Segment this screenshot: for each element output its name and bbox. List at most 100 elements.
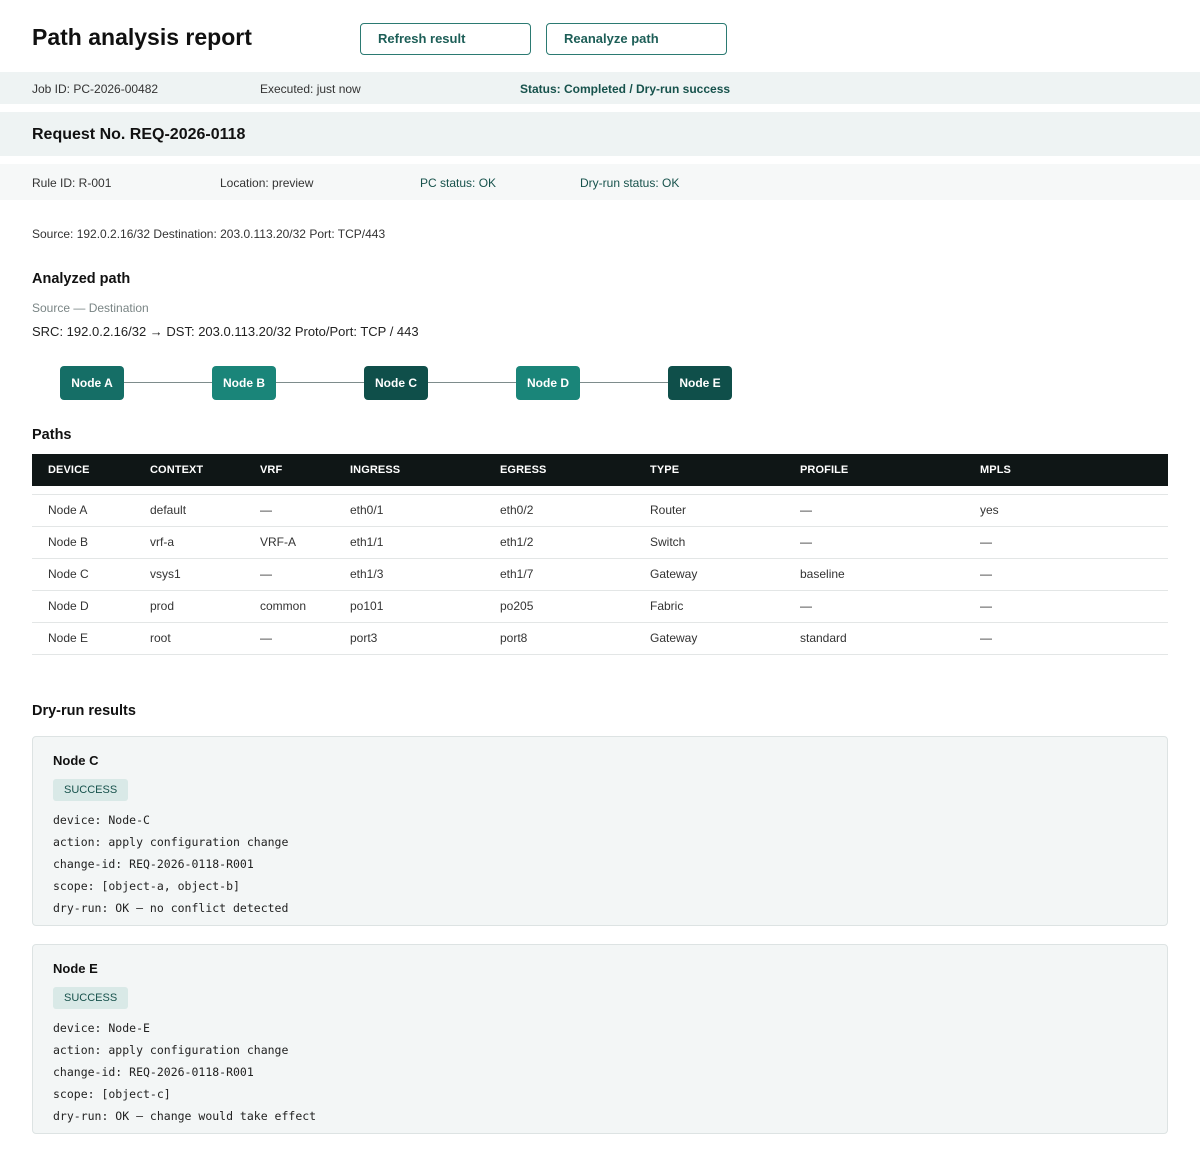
page-title: Path analysis report: [32, 24, 252, 50]
dryrun-card-node-e: Node E SUCCESS device: Node-E action: ap…: [32, 944, 1168, 1134]
dryrun-card-title: Node C: [53, 753, 99, 768]
output-line: dry-run: OK — no conflict detected: [53, 901, 289, 915]
cell-mpls: yes: [964, 494, 1168, 527]
cell-device: Node B: [32, 526, 134, 559]
cell-profile: —: [784, 526, 964, 559]
output-line: scope: [object-c]: [53, 1087, 171, 1101]
flow-summary: Source: 192.0.2.16/32 Destination: 203.0…: [32, 227, 386, 241]
job-status: Status: Completed / Dry-run success: [520, 82, 731, 96]
cell-ingress: port3: [334, 622, 484, 655]
output-line: change-id: REQ-2026-0118-R001: [53, 1065, 254, 1079]
cell-vrf: common: [244, 590, 334, 623]
cell-device: Node D: [32, 590, 134, 623]
cell-profile: baseline: [784, 558, 964, 591]
path-node-b[interactable]: Node B: [212, 366, 276, 400]
dryrun-output: device: Node-C action: apply configurati…: [53, 809, 288, 919]
table-row[interactable]: Node D prod common po101 po205 Fabric — …: [32, 590, 1168, 623]
cell-egress: eth1/7: [484, 558, 634, 591]
dryrun-output: device: Node-E action: apply configurati…: [53, 1017, 316, 1127]
cell-egress: port8: [484, 622, 634, 655]
path-node-a[interactable]: Node A: [60, 366, 124, 400]
reanalyze-path-button[interactable]: Reanalyze path: [546, 23, 727, 55]
path-connector: [124, 382, 212, 383]
output-line: scope: [object-a, object-b]: [53, 879, 240, 893]
dryrun-card-node-c: Node C SUCCESS device: Node-C action: ap…: [32, 736, 1168, 926]
job-info-bar: Job ID: PC-2026-00482 Executed: just now…: [0, 72, 1200, 104]
cell-vrf: —: [244, 558, 334, 591]
rule-id: Rule ID: R-001: [32, 176, 112, 190]
cell-context: default: [134, 494, 244, 527]
job-id: Job ID: PC-2026-00482: [32, 82, 159, 96]
table-row[interactable]: Node E root — port3 port8 Gateway standa…: [32, 622, 1168, 655]
cell-vrf: —: [244, 622, 334, 655]
cell-mpls: —: [964, 526, 1168, 559]
table-header-row: DEVICE CONTEXT VRF INGRESS EGRESS TYPE P…: [32, 454, 1168, 486]
cell-egress: eth1/2: [484, 526, 634, 559]
cell-ingress: eth1/1: [334, 526, 484, 559]
dryrun-card-title: Node E: [53, 961, 98, 976]
table-row[interactable]: Node B vrf-a VRF-A eth1/1 eth1/2 Switch …: [32, 526, 1168, 559]
output-line: device: Node-E: [53, 1021, 150, 1035]
status-badge: SUCCESS: [53, 987, 129, 1009]
column-header-type: TYPE: [634, 454, 784, 486]
cell-context: vsys1: [134, 558, 244, 591]
cell-vrf: VRF-A: [244, 526, 334, 559]
cell-profile: —: [784, 494, 964, 527]
table-spacer-cell: [32, 486, 1168, 495]
job-executed: Executed: just now: [260, 82, 361, 96]
cell-context: prod: [134, 590, 244, 623]
cell-ingress: eth1/3: [334, 558, 484, 591]
request-title: Request No. REQ-2026-0118: [32, 126, 246, 143]
column-header-context: CONTEXT: [134, 454, 244, 486]
cell-egress: po205: [484, 590, 634, 623]
cell-ingress: po101: [334, 590, 484, 623]
report-header: Path analysis report Refresh result Rean…: [0, 0, 1200, 72]
path-diagram: Node A Node B Node C Node D Node E: [0, 366, 1200, 400]
column-header-mpls: MPLS: [964, 454, 1168, 486]
cell-mpls: —: [964, 590, 1168, 623]
path-node-d[interactable]: Node D: [516, 366, 580, 400]
rule-location: Location: preview: [220, 176, 314, 190]
path-connector: [428, 382, 516, 383]
cell-device: Node C: [32, 558, 134, 591]
path-node-e[interactable]: Node E: [668, 366, 732, 400]
request-header: Request No. REQ-2026-0118: [0, 112, 1200, 156]
path-connector: [580, 382, 668, 383]
cell-device: Node A: [32, 494, 134, 527]
column-header-egress: EGRESS: [484, 454, 634, 486]
column-header-ingress: INGRESS: [334, 454, 484, 486]
table-spacer-row: [32, 486, 1168, 495]
cell-type: Fabric: [634, 590, 784, 623]
analyzed-path-title: Analyzed path: [32, 271, 131, 287]
paths-table: DEVICE CONTEXT VRF INGRESS EGRESS TYPE P…: [32, 454, 1168, 655]
output-line: action: apply configuration change: [53, 835, 289, 849]
output-line: action: apply configuration change: [53, 1043, 289, 1057]
dryrun-status: Dry-run status: OK: [580, 176, 680, 190]
cell-egress: eth0/2: [484, 494, 634, 527]
output-line: device: Node-C: [53, 813, 150, 827]
analyzed-path-line: SRC: 192.0.2.16/32 → DST: 203.0.113.20/3…: [32, 324, 419, 339]
column-header-vrf: VRF: [244, 454, 334, 486]
table-row[interactable]: Node A default — eth0/1 eth0/2 Router — …: [32, 494, 1168, 527]
column-header-device: DEVICE: [32, 454, 134, 486]
cell-type: Switch: [634, 526, 784, 559]
analyzed-path-subtitle: Source — Destination: [32, 301, 149, 315]
cell-mpls: —: [964, 622, 1168, 655]
cell-profile: —: [784, 590, 964, 623]
output-line: dry-run: OK — change would take effect: [53, 1109, 317, 1123]
status-badge: SUCCESS: [53, 779, 129, 801]
cell-context: root: [134, 622, 244, 655]
output-line: change-id: REQ-2026-0118-R001: [53, 857, 254, 871]
table-row[interactable]: Node C vsys1 — eth1/3 eth1/7 Gateway bas…: [32, 558, 1168, 591]
dryrun-title: Dry-run results: [32, 703, 136, 719]
cell-context: vrf-a: [134, 526, 244, 559]
cell-type: Router: [634, 494, 784, 527]
path-connector: [276, 382, 364, 383]
column-header-profile: PROFILE: [784, 454, 964, 486]
path-node-c[interactable]: Node C: [364, 366, 428, 400]
cell-profile: standard: [784, 622, 964, 655]
refresh-result-button[interactable]: Refresh result: [360, 23, 531, 55]
rule-info-bar: Rule ID: R-001 Location: preview PC stat…: [0, 164, 1200, 200]
cell-vrf: —: [244, 494, 334, 527]
cell-mpls: —: [964, 558, 1168, 591]
